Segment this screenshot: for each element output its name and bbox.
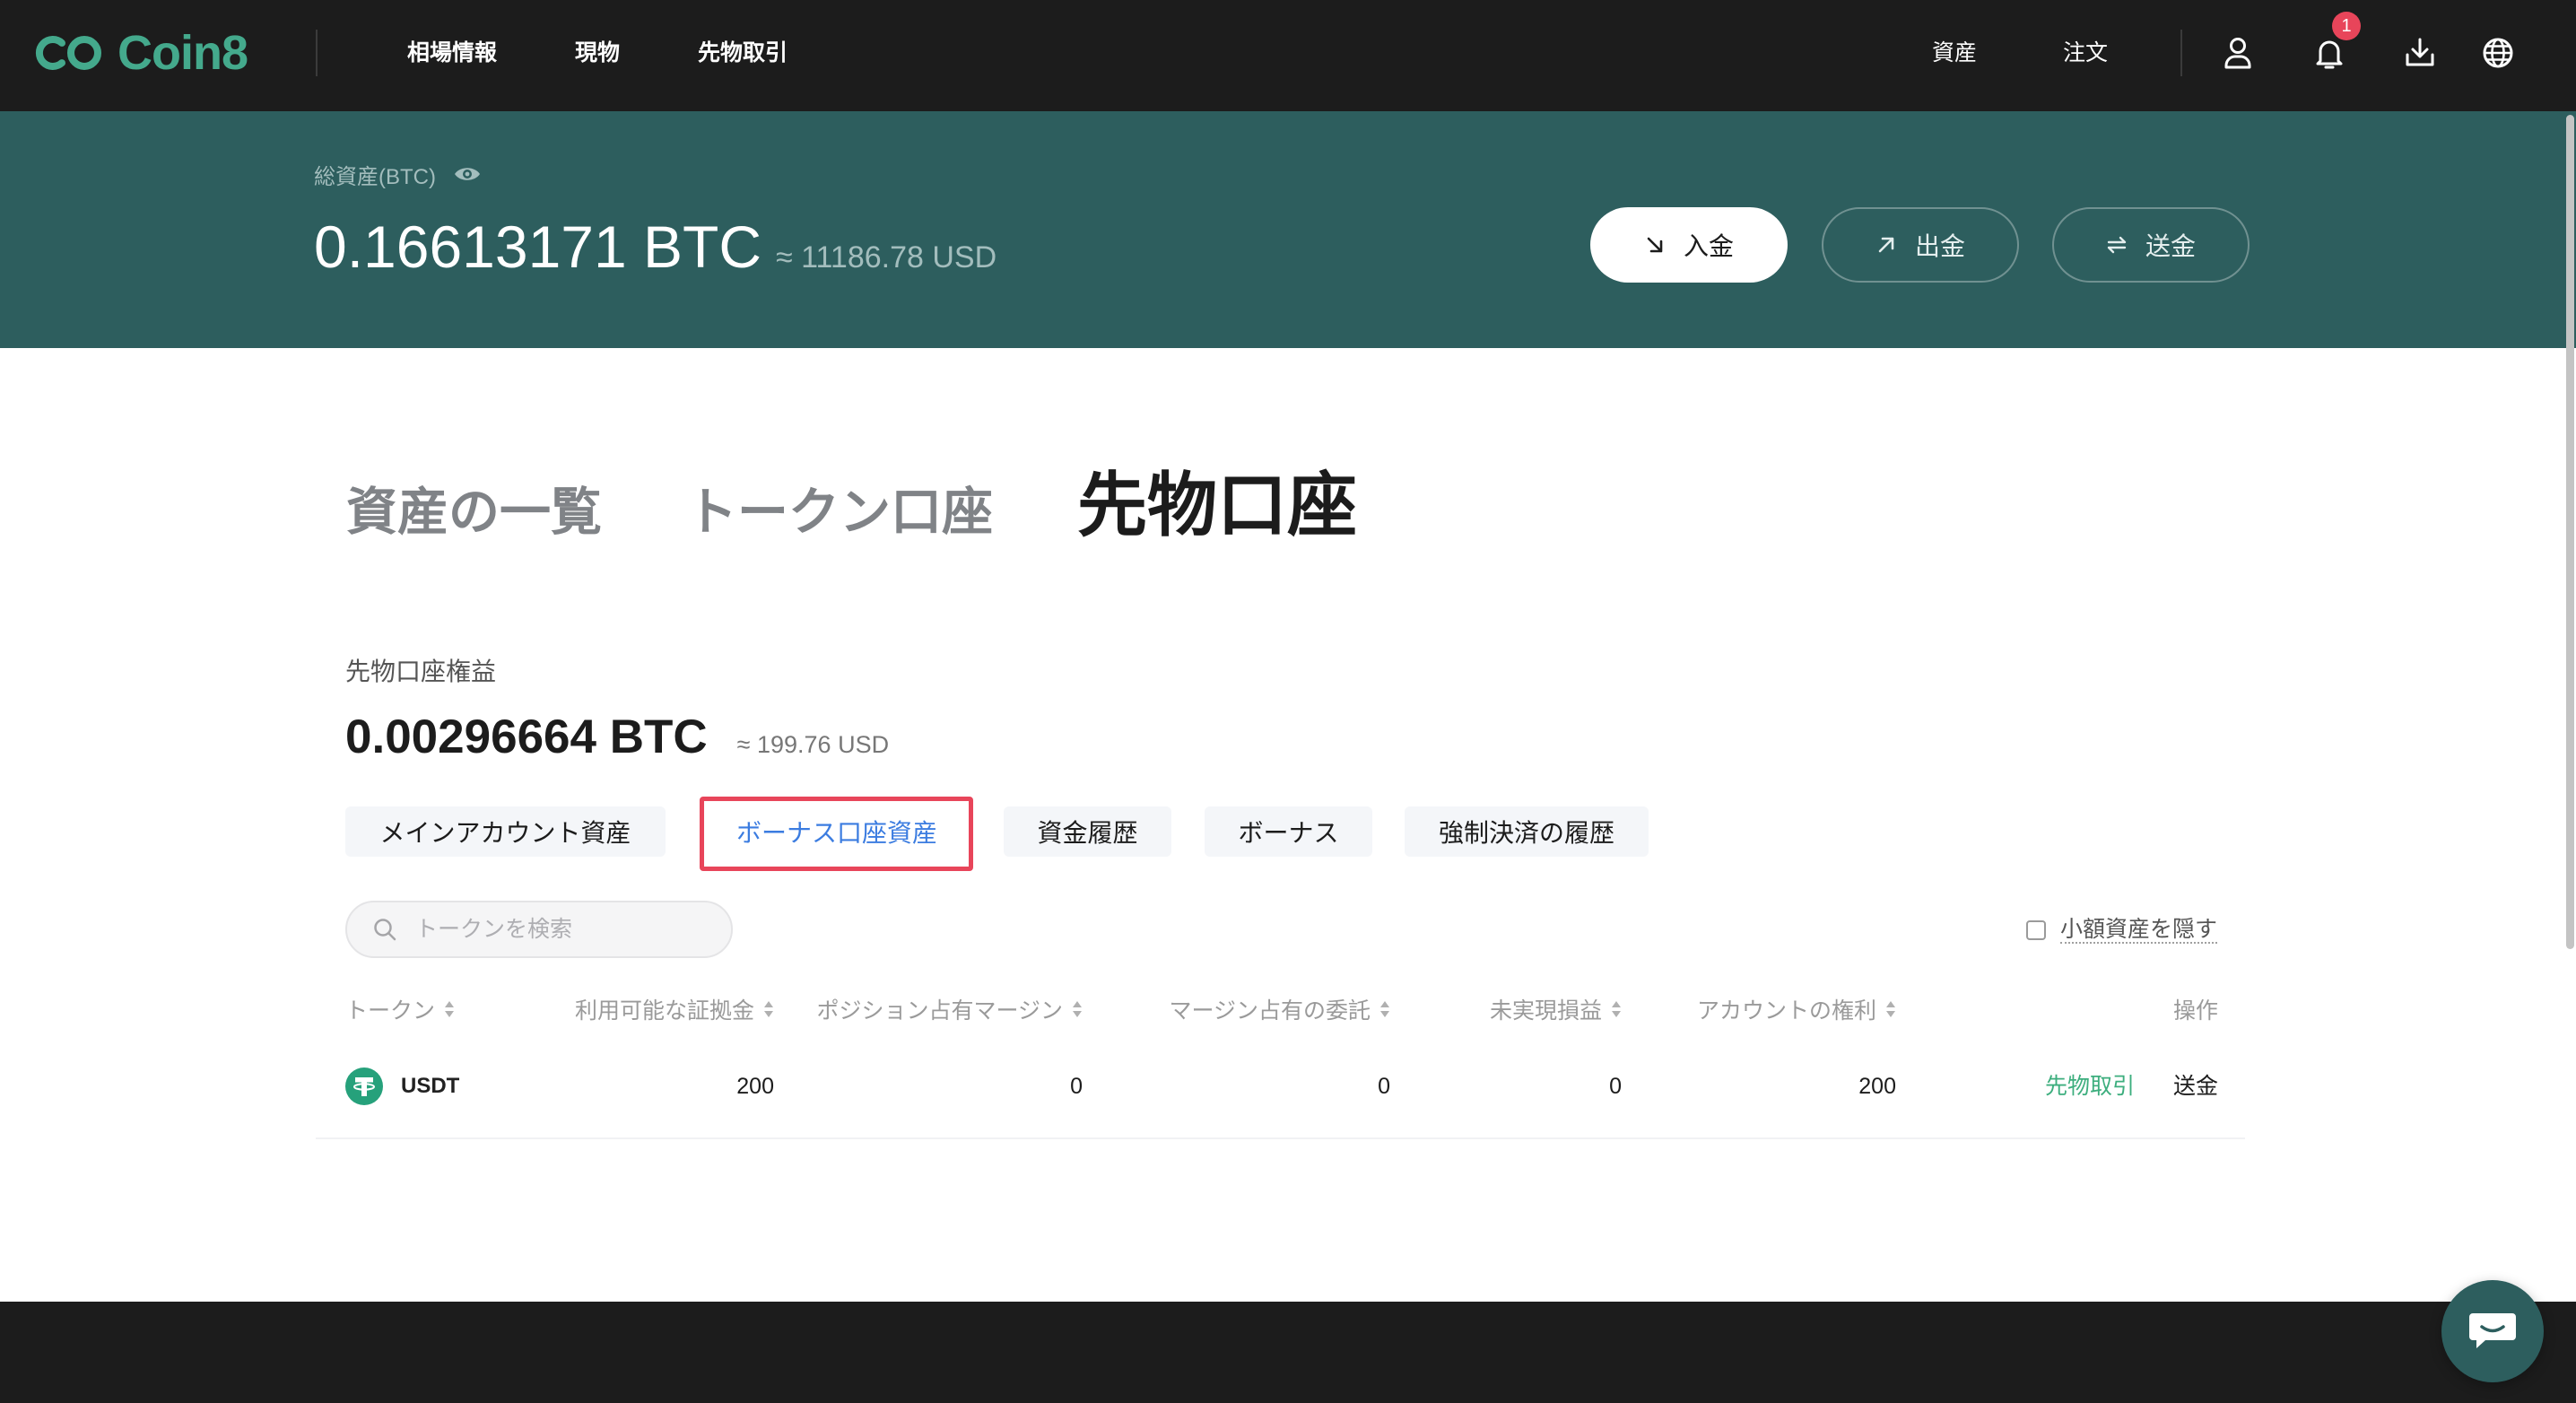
deposit-label: 入金	[1683, 232, 1734, 260]
col-header-label: 未実現損益	[1489, 998, 1602, 1024]
arrow-up-right-icon	[1878, 237, 1894, 253]
col-header-actions: 操作	[2173, 995, 2218, 1024]
subtab-bonus-account-assets[interactable]: ボーナス口座資産	[709, 806, 964, 857]
cell-unrealized-pnl: 0	[1609, 1074, 1622, 1099]
table-row-divider	[316, 1137, 2245, 1139]
notification-badge: 1	[2332, 12, 2361, 40]
transfer-button[interactable]: 送金	[2052, 207, 2250, 283]
logo[interactable]: Coin8	[33, 26, 248, 80]
main-content: 資産の一覧 トークン口座 先物口座 先物口座権益 0.00296664 BTC …	[0, 348, 2576, 1302]
sort-icon	[1886, 1001, 1895, 1017]
futures-equity-usd: ≈ 199.76 USD	[736, 731, 890, 758]
nav-item-orders[interactable]: 注文	[2063, 0, 2108, 106]
subtab-bonus[interactable]: ボーナス	[1205, 806, 1372, 857]
col-header-account-equity[interactable]: アカウントの権利	[1697, 995, 1896, 1024]
nav-item-assets[interactable]: 資産	[1932, 0, 1977, 106]
sort-icon	[445, 1001, 455, 1017]
col-header-label: トークン	[345, 998, 436, 1024]
sort-icon	[1073, 1001, 1082, 1017]
user-icon[interactable]	[2220, 35, 2256, 71]
withdraw-label: 出金	[1914, 232, 1965, 260]
sort-icon	[764, 1001, 773, 1017]
nav-item-markets[interactable]: 相場情報	[407, 0, 497, 106]
total-assets-btc: 0.16613171 BTC	[314, 214, 762, 280]
col-header-position-margin[interactable]: ポジション占有マージン	[816, 995, 1083, 1024]
search-icon	[374, 919, 396, 941]
arrow-down-right-icon	[1647, 237, 1663, 253]
col-header-token[interactable]: トークン	[345, 995, 455, 1024]
futures-equity-btc: 0.00296664 BTC	[345, 710, 708, 763]
token-symbol: USDT	[401, 1074, 460, 1098]
subtab-main-account-assets[interactable]: メインアカウント資産	[345, 806, 666, 857]
sort-icon	[1612, 1001, 1621, 1017]
withdraw-button[interactable]: 出金	[1822, 207, 2019, 283]
total-assets-label: 総資産(BTC)	[314, 164, 436, 189]
token-search[interactable]	[345, 901, 733, 958]
top-navigation: Coin8 相場情報 現物 先物取引 資産 注文 1	[0, 0, 2576, 111]
download-icon[interactable]	[2402, 35, 2438, 71]
bell-icon[interactable]	[2311, 35, 2347, 71]
table-row-token: USDT	[345, 1068, 459, 1105]
hide-small-assets-toggle[interactable]: 小額資産を隠す	[2026, 916, 2218, 945]
col-header-unrealized-pnl[interactable]: 未実現損益	[1490, 995, 1622, 1024]
transfer-link[interactable]: 送金	[2173, 1072, 2218, 1101]
tab-token-account[interactable]: トークン口座	[686, 472, 993, 553]
tab-futures-account[interactable]: 先物口座	[1077, 465, 1357, 545]
globe-icon[interactable]	[2480, 35, 2516, 71]
logo-text: Coin8	[117, 26, 248, 80]
col-header-order-margin[interactable]: マージン占有の委託	[1169, 995, 1390, 1024]
nav-item-spot[interactable]: 現物	[575, 0, 620, 106]
cell-order-margin: 0	[1378, 1074, 1390, 1099]
tab-asset-overview[interactable]: 資産の一覧	[346, 472, 602, 553]
subtab-fund-history[interactable]: 資金履歴	[1004, 806, 1171, 857]
search-input[interactable]	[415, 916, 702, 943]
col-header-label: 操作	[2172, 998, 2218, 1024]
nav-divider	[316, 30, 318, 76]
subtab-liquidation-history[interactable]: 強制決済の履歴	[1405, 806, 1649, 857]
chat-icon	[2469, 1313, 2516, 1348]
col-header-label: マージン占有の委託	[1169, 998, 1371, 1024]
futures-trade-link[interactable]: 先物取引	[2045, 1072, 2135, 1101]
transfer-arrows-icon	[2107, 236, 2127, 254]
total-assets-label-row: 総資産(BTC)	[314, 158, 481, 190]
hide-small-assets-checkbox[interactable]	[2026, 920, 2046, 940]
nav-item-futures[interactable]: 先物取引	[698, 0, 788, 106]
col-header-label: アカウントの権利	[1696, 998, 1876, 1024]
total-assets-value-row: 0.16613171 BTC ≈ 11186.78 USD	[314, 212, 996, 282]
deposit-button[interactable]: 入金	[1590, 207, 1788, 283]
total-assets-banner: 総資産(BTC) 0.16613171 BTC ≈ 11186.78 USD 入…	[0, 111, 2576, 348]
cell-available-margin: 200	[736, 1074, 774, 1099]
total-assets-usd: ≈ 11186.78 USD	[776, 240, 997, 274]
nav-divider-right	[2180, 30, 2182, 76]
transfer-label: 送金	[2145, 232, 2196, 260]
col-header-label: 利用可能な証拠金	[574, 998, 754, 1024]
cell-position-margin: 0	[1070, 1074, 1083, 1099]
cell-account-equity: 200	[1858, 1074, 1896, 1099]
eye-icon[interactable]	[454, 165, 481, 183]
chat-support-button[interactable]	[2441, 1280, 2544, 1382]
futures-equity-row: 0.00296664 BTC ≈ 199.76 USD	[345, 709, 889, 766]
footer	[0, 1302, 2576, 1403]
scrollbar-thumb[interactable]	[2566, 115, 2574, 949]
futures-equity-label: 先物口座権益	[345, 658, 497, 685]
usdt-icon	[345, 1068, 383, 1105]
col-header-label: ポジション占有マージン	[816, 998, 1063, 1024]
col-header-available-margin[interactable]: 利用可能な証拠金	[575, 995, 774, 1024]
account-tabs: 資産の一覧 トークン口座 先物口座	[346, 465, 1357, 553]
sort-icon	[1380, 1001, 1389, 1017]
coin8-logo-icon	[35, 36, 101, 70]
hide-small-assets-label[interactable]: 小額資産を隠す	[2060, 917, 2218, 944]
